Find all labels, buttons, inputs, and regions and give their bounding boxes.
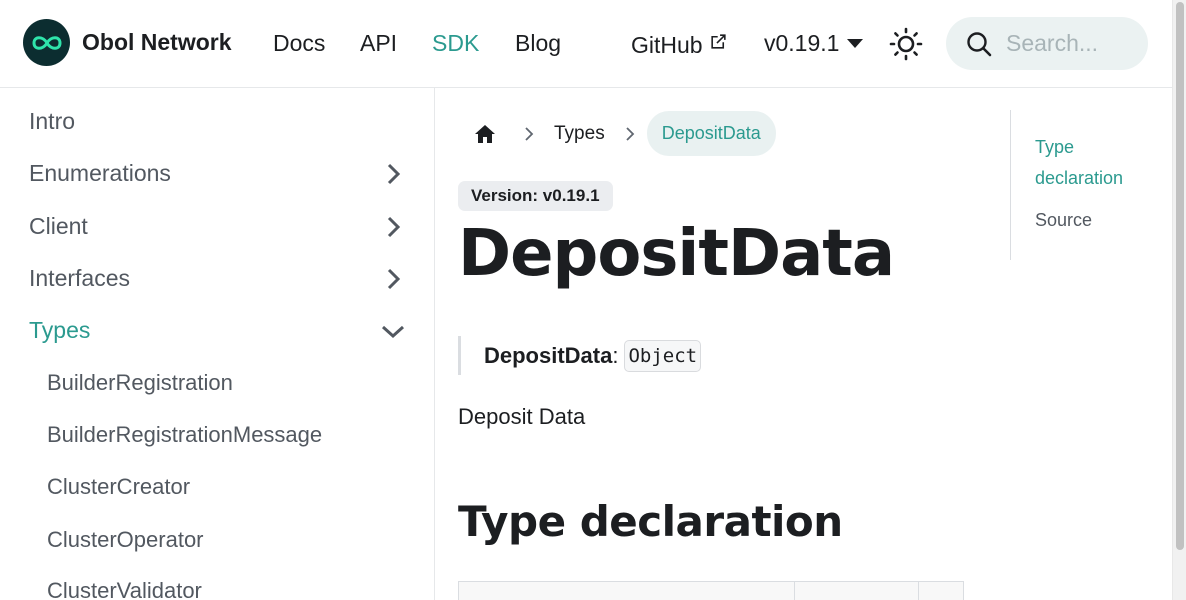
sidebar-item-types[interactable]: Types — [29, 317, 419, 344]
version-badge: Version: v0.19.1 — [458, 181, 613, 211]
nav-github-link[interactable]: GitHub — [631, 29, 728, 59]
declaration-table — [458, 581, 964, 600]
sidebar-item-label: Types — [29, 317, 91, 343]
sidebar-subitem-builderregistration[interactable]: BuilderRegistration — [47, 370, 233, 396]
type-signature: DepositData: Object — [458, 336, 702, 375]
sidebar-subitem-clustervalidator[interactable]: ClusterValidator — [47, 578, 202, 600]
table-column-divider — [794, 582, 795, 600]
external-link-icon — [709, 29, 728, 57]
search-box[interactable]: Search... — [946, 17, 1148, 70]
sidebar-item-intro[interactable]: Intro — [29, 108, 419, 135]
table-column-divider — [918, 582, 919, 600]
page-title: DepositData — [458, 217, 895, 291]
section-heading-type-declaration: Type declaration — [458, 497, 843, 546]
scrollbar-thumb[interactable] — [1176, 2, 1184, 550]
page-scrollbar[interactable] — [1172, 0, 1186, 600]
signature-type: Object — [624, 339, 702, 372]
chevron-right-icon[interactable] — [381, 215, 405, 239]
version-dropdown[interactable]: v0.19.1 — [764, 29, 864, 57]
toc-link-source[interactable]: Source — [1035, 205, 1160, 236]
home-icon — [475, 124, 495, 143]
breadcrumb: Types DepositData — [458, 111, 776, 156]
brand-link[interactable]: Obol Network — [23, 19, 232, 66]
version-label: v0.19.1 — [764, 30, 840, 56]
type-description: Deposit Data — [458, 404, 586, 429]
nav-docs-link[interactable]: Docs — [273, 29, 325, 57]
sidebar-subitem-builderregistrationmessage[interactable]: BuilderRegistrationMessage — [47, 422, 322, 448]
sidebar-item-label: Client — [29, 213, 88, 239]
breadcrumb-separator-icon — [613, 126, 647, 141]
sidebar-item-label: Enumerations — [29, 160, 171, 186]
sidebar-subitem-clusteroperator[interactable]: ClusterOperator — [47, 527, 204, 553]
nav-blog-link[interactable]: Blog — [515, 29, 561, 57]
sidebar-item-interfaces[interactable]: Interfaces — [29, 265, 419, 292]
nav-api-link[interactable]: API — [360, 29, 397, 57]
sidebar-item-label: Interfaces — [29, 265, 130, 291]
breadcrumb-current: DepositData — [646, 111, 776, 156]
breadcrumb-home-link[interactable] — [458, 112, 512, 156]
theme-toggle-button[interactable] — [885, 23, 927, 65]
breadcrumb-types-link[interactable]: Types — [546, 123, 613, 145]
breadcrumb-separator-icon — [512, 126, 546, 141]
sidebar-subitem-clustercreator[interactable]: ClusterCreator — [47, 474, 190, 500]
nav-sdk-link[interactable]: SDK — [432, 29, 479, 57]
chevron-right-icon[interactable] — [381, 162, 405, 186]
signature-colon: : — [612, 342, 619, 368]
top-navbar: Obol Network Docs API SDK Blog GitHub v0… — [0, 0, 1172, 88]
sidebar-item-client[interactable]: Client — [29, 213, 419, 240]
sidebar-item-enumerations[interactable]: Enumerations — [29, 160, 419, 187]
sidebar: Intro Enumerations Client Interfaces Typ… — [0, 88, 435, 600]
table-of-contents: Type declaration Source — [1010, 110, 1160, 260]
search-icon — [967, 31, 992, 56]
signature-name: DepositData — [484, 342, 613, 368]
github-label: GitHub — [631, 32, 703, 58]
brand-title: Obol Network — [82, 29, 232, 55]
caret-down-icon — [847, 39, 864, 48]
sidebar-item-label: Intro — [29, 108, 76, 134]
search-placeholder: Search... — [1006, 30, 1099, 56]
obol-logo-icon — [23, 19, 70, 66]
chevron-down-icon[interactable] — [381, 319, 405, 343]
toc-link-type-declaration[interactable]: Type declaration — [1035, 132, 1160, 194]
sun-icon — [889, 27, 923, 61]
chevron-right-icon[interactable] — [381, 267, 405, 291]
